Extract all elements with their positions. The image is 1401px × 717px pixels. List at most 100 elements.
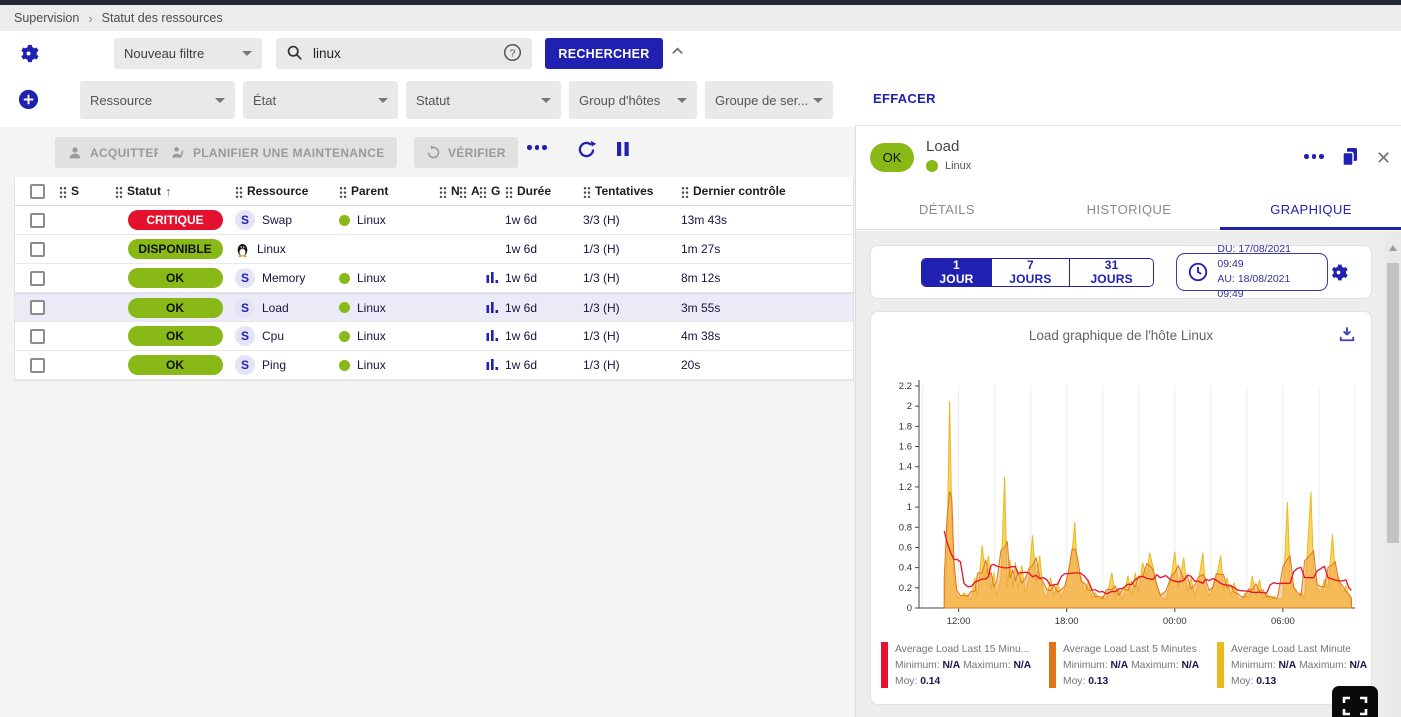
legend-item-load15[interactable]: Average Load Last 15 Minu... Minimum: N/… bbox=[881, 642, 1039, 690]
drag-grip-icon[interactable] bbox=[339, 185, 347, 198]
resource-cell[interactable]: S Load bbox=[235, 298, 339, 318]
col-header-parent[interactable]: Parent bbox=[339, 184, 439, 198]
range-1day-button[interactable]: 1 JOUR bbox=[922, 259, 991, 286]
graph-icon[interactable] bbox=[486, 271, 499, 285]
col-header-severity[interactable]: S bbox=[59, 184, 115, 198]
graph-settings-gear-icon[interactable] bbox=[1328, 262, 1349, 283]
criteria-servicegroup-select[interactable]: Groupe de ser... bbox=[705, 81, 833, 119]
saved-filter-select[interactable]: Nouveau filtre bbox=[114, 38, 262, 69]
drag-grip-icon[interactable] bbox=[479, 185, 487, 198]
col-header-tries[interactable]: Tentatives bbox=[583, 184, 681, 198]
resource-cell[interactable]: S Cpu bbox=[235, 326, 339, 346]
acknowledge-button[interactable]: ACQUITTER bbox=[55, 137, 175, 168]
col-header-duration[interactable]: Durée bbox=[505, 184, 583, 198]
criteria-state-select[interactable]: État bbox=[243, 81, 398, 119]
copy-link-icon[interactable] bbox=[1340, 146, 1360, 168]
table-row[interactable]: CRITIQUE S Swap Linux 1w 6d 3/3 (H) 13m … bbox=[15, 206, 853, 235]
row-checkbox[interactable] bbox=[30, 271, 45, 286]
panel-scrollbar[interactable] bbox=[1385, 231, 1401, 717]
graph-icon[interactable] bbox=[486, 358, 499, 372]
select-all-checkbox[interactable] bbox=[30, 184, 45, 199]
col-header-notes[interactable]: N bbox=[439, 184, 459, 198]
graph-icon[interactable] bbox=[486, 301, 499, 315]
table-row[interactable]: DISPONIBLE S Linux 1w 6d 1/3 (H) 1m 27s bbox=[15, 235, 853, 264]
table-row[interactable]: OK S Memory Linux 1w 6d 1/3 (H) 8m 12s bbox=[15, 264, 853, 293]
fullscreen-toggle[interactable] bbox=[1332, 686, 1378, 717]
service-type-icon: S bbox=[235, 326, 255, 346]
drag-grip-icon[interactable] bbox=[681, 185, 689, 198]
criteria-resource-select[interactable]: Ressource bbox=[80, 81, 235, 119]
tab-history[interactable]: HISTORIQUE bbox=[1038, 190, 1220, 229]
svg-text:0.6: 0.6 bbox=[899, 543, 912, 554]
panel-more-actions-icon[interactable] bbox=[1304, 154, 1324, 159]
resource-name: Load bbox=[262, 301, 289, 315]
criteria-state-label: État bbox=[253, 93, 276, 108]
resource-cell[interactable]: S Memory bbox=[235, 268, 339, 288]
person-icon bbox=[67, 145, 83, 161]
drag-grip-icon[interactable] bbox=[459, 185, 467, 198]
resource-cell[interactable]: S Swap bbox=[235, 210, 339, 230]
resource-cell[interactable]: S Linux bbox=[235, 241, 339, 258]
row-checkbox[interactable] bbox=[30, 213, 45, 228]
range-31days-button[interactable]: 31 JOURS bbox=[1069, 259, 1154, 286]
filter-settings-gear-icon[interactable] bbox=[17, 42, 40, 65]
col-header-resource[interactable]: Ressource bbox=[235, 184, 339, 198]
resource-cell[interactable]: S Ping bbox=[235, 355, 339, 375]
table-row[interactable]: OK S Cpu Linux 1w 6d 1/3 (H) 4m 38s bbox=[15, 322, 853, 351]
clear-filters-button[interactable]: EFFACER bbox=[873, 91, 936, 106]
resource-name: Linux bbox=[257, 242, 286, 256]
status-badge: OK bbox=[128, 355, 223, 375]
custom-date-range[interactable]: DU: 17/08/2021 09:49 AU: 18/08/2021 09:4… bbox=[1176, 253, 1328, 291]
legend-item-load5[interactable]: Average Load Last 5 Minutes Minimum: N/A… bbox=[1049, 642, 1207, 690]
table-header-row: S Statut↑ Ressource Parent N A G Durée T… bbox=[15, 177, 853, 206]
criteria-hostgroup-select[interactable]: Group d'hôtes bbox=[569, 81, 697, 119]
legend-color-bar bbox=[881, 642, 888, 688]
drag-grip-icon[interactable] bbox=[59, 185, 67, 198]
pause-refresh-icon[interactable] bbox=[614, 140, 632, 158]
help-icon[interactable]: ? bbox=[503, 43, 522, 65]
scrollbar-thumb[interactable] bbox=[1387, 263, 1399, 543]
search-button[interactable]: RECHERCHER bbox=[545, 38, 663, 69]
parent-name: Linux bbox=[357, 213, 386, 227]
drag-grip-icon[interactable] bbox=[505, 185, 513, 198]
row-checkbox[interactable] bbox=[30, 242, 45, 257]
breadcrumb-item-statut[interactable]: Statut des ressources bbox=[102, 11, 223, 25]
more-actions-icon[interactable] bbox=[527, 145, 547, 150]
set-maintenance-button[interactable]: PLANIFIER UNE MAINTENANCE bbox=[158, 137, 397, 168]
app-window: Supervision › Statut des ressources Nouv… bbox=[0, 0, 1401, 717]
drag-grip-icon[interactable] bbox=[439, 185, 447, 198]
drag-grip-icon[interactable] bbox=[235, 185, 243, 198]
panel-host-name[interactable]: Linux bbox=[945, 160, 971, 172]
load-graph[interactable]: 00.20.40.60.811.21.41.61.822.212:0018:00… bbox=[879, 374, 1365, 636]
parent-status-dot bbox=[339, 273, 350, 284]
criteria-status-select[interactable]: Statut bbox=[406, 81, 561, 119]
range-7days-button[interactable]: 7 JOURS bbox=[991, 259, 1069, 286]
download-graph-icon[interactable] bbox=[1337, 324, 1357, 344]
tab-graph[interactable]: GRAPHIQUE bbox=[1220, 190, 1401, 229]
col-header-action[interactable]: A bbox=[459, 184, 479, 198]
row-checkbox[interactable] bbox=[30, 329, 45, 344]
tab-details[interactable]: DÉTAILS bbox=[856, 190, 1038, 229]
graph-icon[interactable] bbox=[486, 329, 499, 343]
search-input[interactable] bbox=[313, 46, 493, 61]
col-header-graph[interactable]: G bbox=[479, 184, 505, 198]
col-header-last-check[interactable]: Dernier contrôle bbox=[681, 184, 813, 198]
criteria-resource-label: Ressource bbox=[90, 93, 152, 108]
table-row[interactable]: OK S Load Linux 1w 6d 1/3 (H) 3m 55s bbox=[15, 293, 853, 322]
saved-filter-value: Nouveau filtre bbox=[124, 46, 204, 61]
row-checkbox[interactable] bbox=[30, 300, 45, 315]
collapse-filters-chevron-up-icon[interactable] bbox=[670, 44, 685, 59]
check-button[interactable]: VÉRIFIER bbox=[414, 137, 518, 168]
sort-asc-icon[interactable]: ↑ bbox=[165, 184, 172, 199]
legend-item-load1[interactable]: Average Load Last Minute Minimum: N/A Ma… bbox=[1217, 642, 1375, 690]
drag-grip-icon[interactable] bbox=[115, 185, 123, 198]
row-checkbox[interactable] bbox=[30, 358, 45, 373]
table-row[interactable]: OK S Ping Linux 1w 6d 1/3 (H) 20s bbox=[15, 351, 853, 380]
close-panel-icon[interactable]: ✕ bbox=[1376, 148, 1391, 169]
col-header-status[interactable]: Statut↑ bbox=[115, 184, 235, 199]
breadcrumb-item-supervision[interactable]: Supervision bbox=[14, 11, 79, 25]
drag-grip-icon[interactable] bbox=[583, 185, 591, 198]
add-criteria-plus-icon[interactable] bbox=[17, 88, 40, 111]
refresh-icon[interactable] bbox=[576, 139, 597, 160]
scroll-up-arrow-icon[interactable] bbox=[1389, 245, 1397, 251]
